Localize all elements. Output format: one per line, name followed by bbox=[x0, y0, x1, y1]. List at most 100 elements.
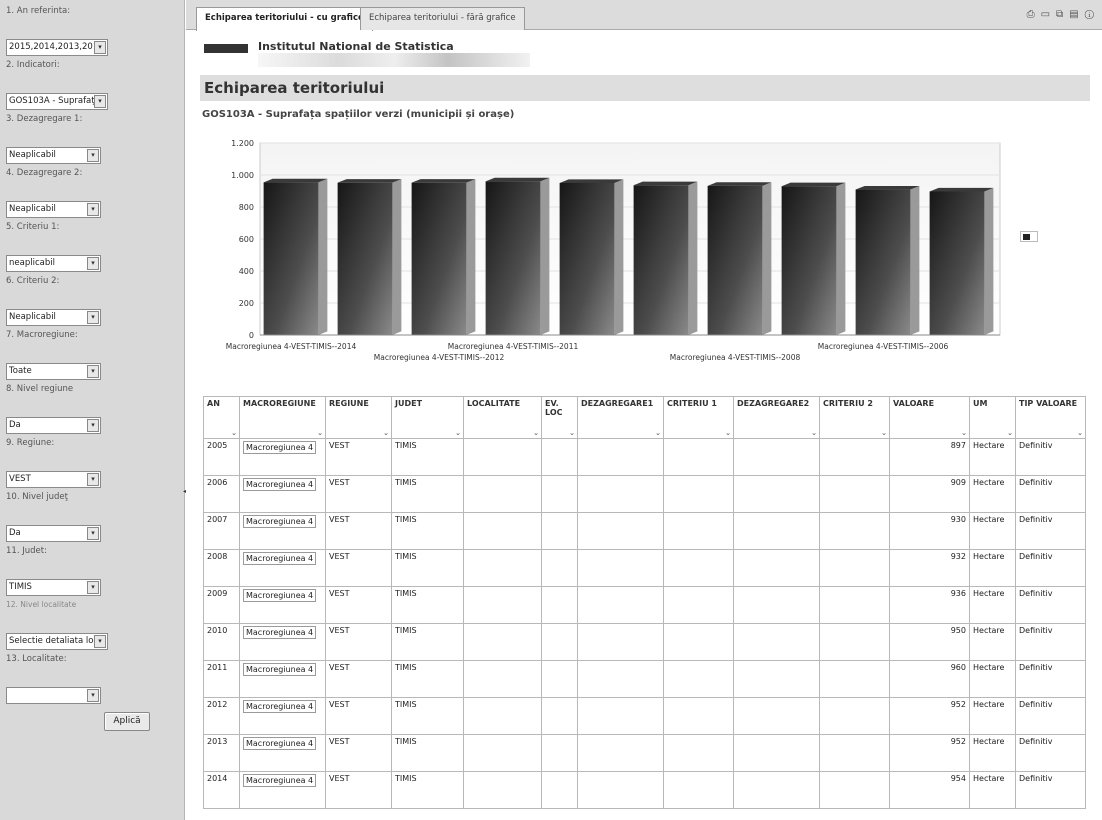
table-cell: Definitiv bbox=[1015, 586, 1086, 624]
table-cell bbox=[541, 549, 578, 587]
column-header[interactable]: EV. LOC ⌄ bbox=[541, 396, 578, 439]
bar bbox=[263, 182, 319, 335]
table-cell bbox=[663, 623, 734, 661]
table-cell: Hectare bbox=[969, 734, 1016, 772]
cell-value: Macroregiunea 4 bbox=[243, 774, 317, 787]
table-cell: 2005 bbox=[203, 438, 240, 476]
table-cell bbox=[541, 623, 578, 661]
chevron-down-icon[interactable]: ▾ bbox=[94, 41, 106, 54]
chevron-down-icon[interactable]: ▾ bbox=[94, 95, 106, 108]
table-cell bbox=[463, 512, 542, 550]
filter-select[interactable]: Neaplicabil ▾ bbox=[6, 309, 101, 326]
chevron-down-icon[interactable]: ▾ bbox=[87, 473, 99, 486]
table-cell: VEST bbox=[325, 586, 392, 624]
table-cell bbox=[819, 438, 890, 476]
sort-icon[interactable]: ⌄ bbox=[533, 429, 539, 437]
settings-icon[interactable]: ▤ bbox=[1069, 9, 1084, 20]
sort-icon[interactable]: ⌄ bbox=[961, 429, 967, 437]
column-header[interactable]: JUDET ⌄ bbox=[391, 396, 464, 439]
sort-icon[interactable]: ⌄ bbox=[569, 429, 575, 437]
tab-with-charts[interactable]: Echiparea teritoriului - cu grafice bbox=[196, 7, 373, 31]
tab-without-charts[interactable]: Echiparea teritoriului - fără grafice bbox=[360, 7, 525, 30]
column-header[interactable]: REGIUNE ⌄ bbox=[325, 396, 392, 439]
chevron-down-icon[interactable]: ▾ bbox=[87, 203, 99, 216]
filter-select[interactable]: Da ▾ bbox=[6, 525, 101, 542]
help-icon[interactable]: ⓘ bbox=[1085, 9, 1100, 20]
filter-select[interactable]: Da ▾ bbox=[6, 417, 101, 434]
banner-image bbox=[258, 53, 530, 67]
sort-icon[interactable]: ⌄ bbox=[811, 429, 817, 437]
filter-select[interactable]: neaplicabil ▾ bbox=[6, 255, 101, 272]
column-header[interactable]: CRITERIU 2 ⌄ bbox=[819, 396, 890, 439]
filter-select[interactable]: 2015,2014,2013,201 ▾ bbox=[6, 39, 108, 56]
chevron-down-icon[interactable]: ▾ bbox=[87, 365, 99, 378]
column-header[interactable]: LOCALITATE ⌄ bbox=[463, 396, 542, 439]
column-header[interactable]: DEZAGREGARE2 ⌄ bbox=[733, 396, 820, 439]
chevron-down-icon[interactable]: ▾ bbox=[87, 257, 99, 270]
filter-select-value: Neaplicabil bbox=[9, 312, 56, 322]
chevron-down-icon[interactable]: ▾ bbox=[87, 581, 99, 594]
chevron-down-icon[interactable]: ▾ bbox=[87, 311, 99, 324]
chevron-down-icon[interactable]: ▾ bbox=[87, 149, 99, 162]
table-cell bbox=[819, 771, 890, 809]
table-cell bbox=[463, 586, 542, 624]
chevron-down-icon[interactable]: ▾ bbox=[94, 635, 106, 648]
bar bbox=[781, 186, 837, 335]
export-icon[interactable]: ⧉ bbox=[1056, 9, 1069, 20]
table-cell bbox=[733, 549, 820, 587]
sort-icon[interactable]: ⌄ bbox=[881, 429, 887, 437]
chevron-down-icon[interactable]: ▾ bbox=[87, 527, 99, 540]
x-tick-label: Macroregiunea 4-VEST-TIMIS--2012 bbox=[374, 353, 505, 362]
sort-icon[interactable]: ⌄ bbox=[1077, 429, 1083, 437]
x-tick-label: Macroregiunea 4-VEST-TIMIS--2006 bbox=[818, 342, 949, 351]
table-cell: TIMIS bbox=[391, 734, 464, 772]
filter-select[interactable]: VEST ▾ bbox=[6, 471, 101, 488]
filter-select-value: Neaplicabil bbox=[9, 204, 56, 214]
bar-side bbox=[318, 178, 328, 335]
table-cell bbox=[663, 660, 734, 698]
column-header[interactable]: AN ⌄ bbox=[203, 396, 240, 439]
filter-select[interactable]: Neaplicabil ▾ bbox=[6, 147, 101, 164]
column-header[interactable]: VALOARE ⌄ bbox=[889, 396, 970, 439]
cell-value: Macroregiunea 4 bbox=[243, 737, 317, 750]
table-cell: 2011 bbox=[203, 660, 240, 698]
filter-select[interactable]: TIMIS ▾ bbox=[6, 579, 101, 596]
cell-value: Macroregiunea 4 bbox=[243, 626, 317, 639]
column-header[interactable]: DEZAGREGARE1 ⌄ bbox=[577, 396, 664, 439]
filter-select[interactable]: Toate ▾ bbox=[6, 363, 101, 380]
filter-select-value: Neaplicabil bbox=[9, 150, 56, 160]
table-cell: Macroregiunea 4 bbox=[239, 438, 326, 476]
sort-icon[interactable]: ⌄ bbox=[383, 429, 389, 437]
sort-icon[interactable]: ⌄ bbox=[455, 429, 461, 437]
column-header[interactable]: CRITERIU 1 ⌄ bbox=[663, 396, 734, 439]
sort-icon[interactable]: ⌄ bbox=[725, 429, 731, 437]
table-cell: 954 bbox=[889, 771, 970, 809]
bar-chart: 0 200 400 600 800 1.000 1.200 Macroregiunea 4-V… bbox=[214, 135, 1054, 373]
minimize-icon[interactable]: ▭ bbox=[1041, 9, 1056, 20]
sort-icon[interactable]: ⌄ bbox=[1007, 429, 1013, 437]
column-header[interactable]: TIP VALOARE ⌄ bbox=[1015, 396, 1086, 439]
print-icon[interactable]: ⎙ bbox=[1027, 9, 1041, 20]
apply-button[interactable]: Aplică bbox=[104, 712, 150, 731]
filter-select[interactable]: Selectie detaliata loca ▾ bbox=[6, 633, 108, 650]
sort-icon[interactable]: ⌄ bbox=[231, 429, 237, 437]
table-cell: 952 bbox=[889, 697, 970, 735]
column-header[interactable]: MACROREGIUNE ⌄ bbox=[239, 396, 326, 439]
filter-select[interactable]: GOS103A - Suprafața ▾ bbox=[6, 93, 108, 110]
sort-icon[interactable]: ⌄ bbox=[317, 429, 323, 437]
table-cell: 930 bbox=[889, 512, 970, 550]
cell-value: Macroregiunea 4 bbox=[243, 478, 317, 491]
chevron-down-icon[interactable]: ▾ bbox=[87, 419, 99, 432]
table-cell: 932 bbox=[889, 549, 970, 587]
filter-select[interactable]: ▾ bbox=[6, 687, 101, 704]
table-cell: Macroregiunea 4 bbox=[239, 734, 326, 772]
bar-top bbox=[559, 179, 624, 183]
chevron-down-icon[interactable]: ▾ bbox=[87, 689, 99, 702]
table-cell: Macroregiunea 4 bbox=[239, 475, 326, 513]
filter-label: 5. Criteriu 1: bbox=[6, 222, 60, 232]
table-cell: 952 bbox=[889, 734, 970, 772]
column-header[interactable]: UM ⌄ bbox=[969, 396, 1016, 439]
filter-select[interactable]: Neaplicabil ▾ bbox=[6, 201, 101, 218]
table-cell bbox=[733, 771, 820, 809]
sort-icon[interactable]: ⌄ bbox=[655, 429, 661, 437]
